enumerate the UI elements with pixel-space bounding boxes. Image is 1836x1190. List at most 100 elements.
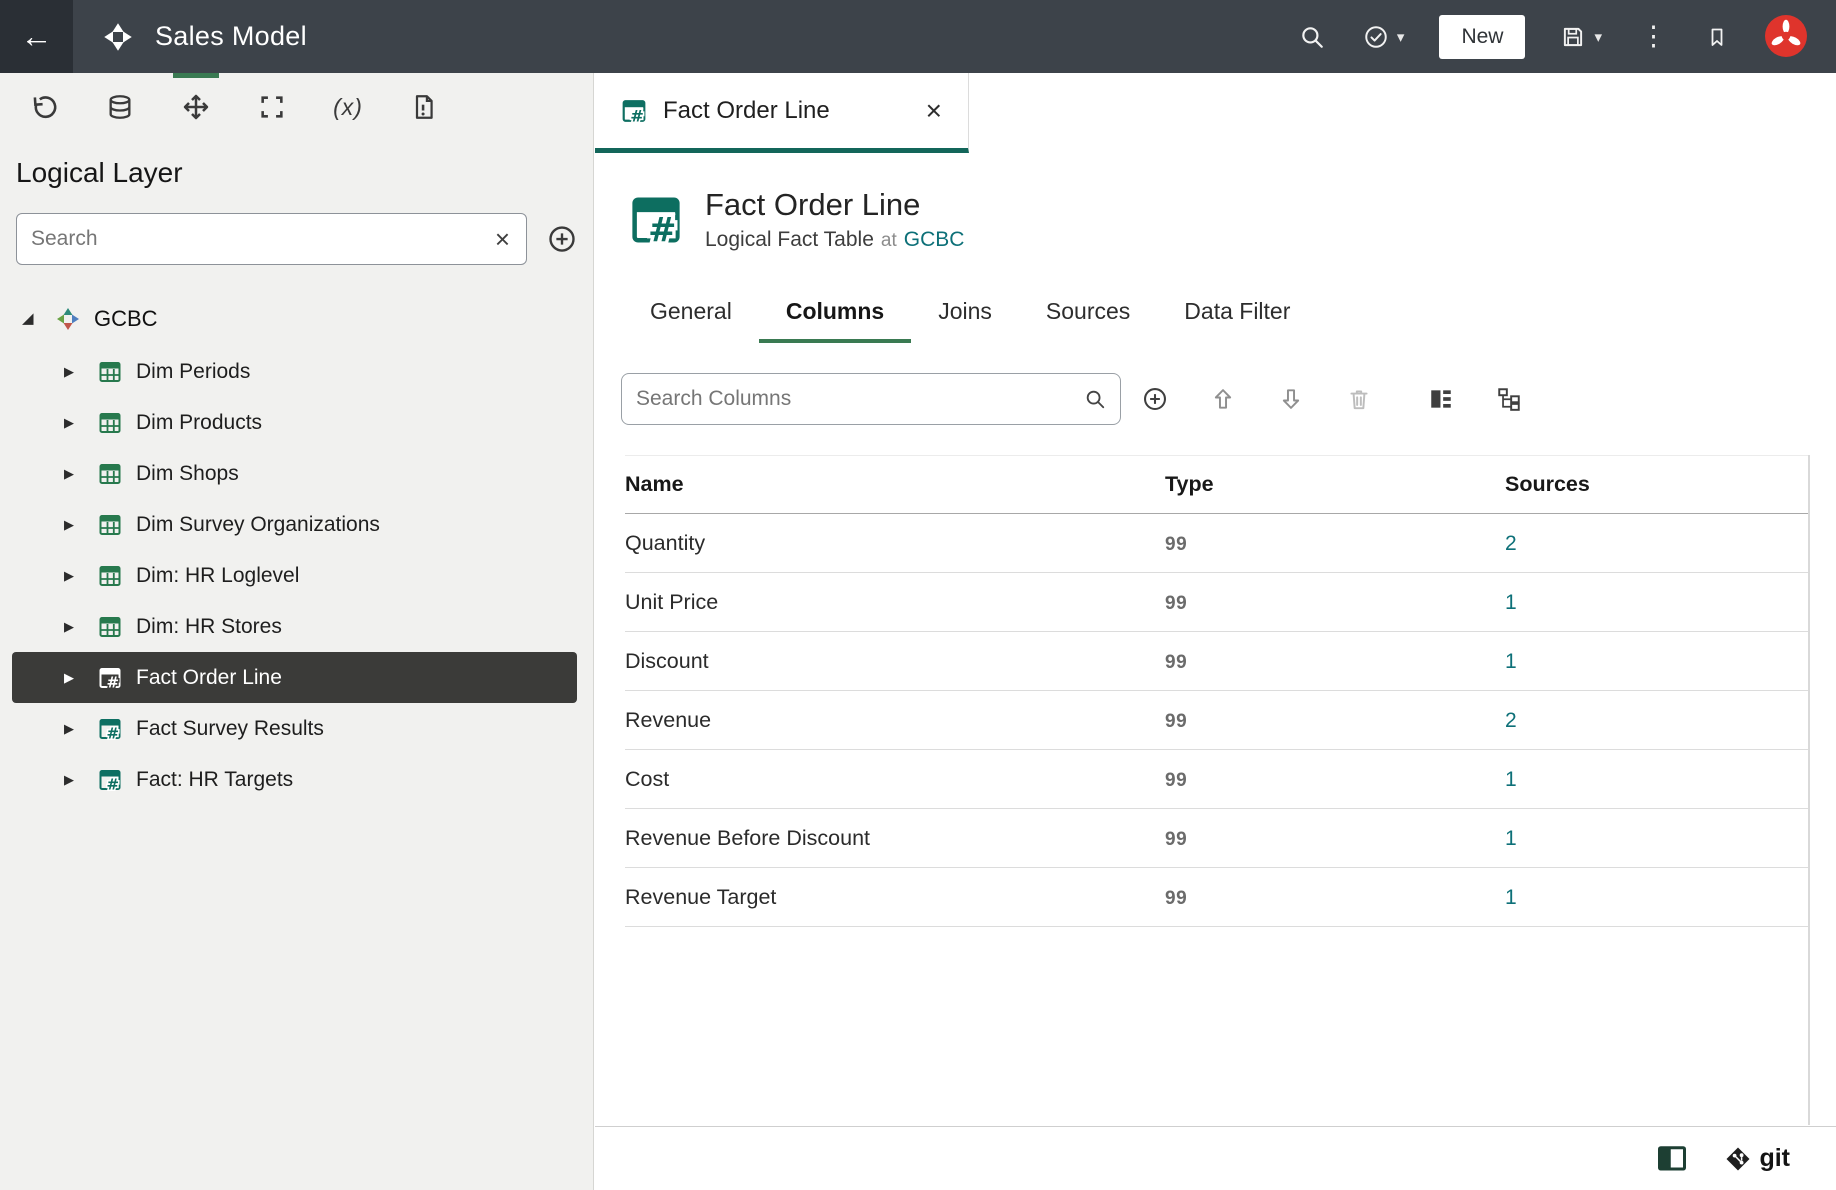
tree-item-dim-hr-loglevel[interactable]: ▶ Dim: HR Loglevel [0,550,593,601]
more-menu-button[interactable]: ⋮ [1621,0,1686,73]
tree-item-fact-survey-results[interactable]: ▶ Fact Survey Results [0,703,593,754]
tree-item-dim-periods[interactable]: ▶ Dim Periods [0,346,593,397]
connections-tool-button[interactable] [6,73,82,141]
expand-caret-icon[interactable]: ▶ [64,569,98,582]
sources-count-link[interactable]: 2 [1505,709,1517,732]
presentation-layer-tool-button[interactable] [234,73,310,141]
table-row[interactable]: Discount 99 1 [625,632,1808,691]
bookmark-icon [1705,25,1729,49]
sources-count-link[interactable]: 1 [1505,886,1517,909]
close-tab-icon[interactable]: × [926,96,942,125]
sources-count-link[interactable]: 1 [1505,768,1517,791]
search-button[interactable] [1280,0,1344,73]
back-arrow-icon: ← [20,18,53,54]
physical-layer-tool-button[interactable] [82,73,158,141]
collapse-caret-icon[interactable]: ◢ [22,311,56,326]
column-name: Revenue Before Discount [625,825,871,850]
git-indicator[interactable]: git [1725,1144,1790,1173]
tree-item-dim-products[interactable]: ▶ Dim Products [0,397,593,448]
scrollbar[interactable] [1808,455,1810,1125]
tab-general[interactable]: General [623,288,759,343]
back-button[interactable]: ← [0,0,73,73]
numeric-type-icon: 99 [1165,710,1188,732]
save-button[interactable]: ▾ [1541,0,1621,73]
delete-column-button[interactable] [1325,373,1393,425]
column-header-type[interactable]: Type [1165,472,1505,497]
sources-count-link[interactable]: 1 [1505,591,1517,614]
new-button[interactable]: New [1439,14,1526,59]
variables-tool-button[interactable]: (x) [310,73,386,141]
logical-layer-tree: ◢ GCBC ▶ Dim Periods ▶ Dim Products ▶ Di… [0,291,593,805]
table-row[interactable]: Unit Price 99 1 [625,573,1808,632]
table-row[interactable]: Revenue Target 99 1 [625,868,1808,927]
sidebar-search-input[interactable] [31,227,493,251]
sources-count-link[interactable]: 1 [1505,827,1517,850]
search-icon [1299,24,1325,50]
tab-sources[interactable]: Sources [1019,288,1157,343]
tree-item-label: Dim: HR Stores [136,614,282,638]
panel-toggle-icon[interactable] [1657,1144,1687,1174]
table-row[interactable]: Revenue Before Discount 99 1 [625,809,1808,868]
clear-search-icon[interactable]: × [493,226,512,252]
tree-item-gcbc[interactable]: ◢ GCBC [0,291,593,346]
expand-caret-icon[interactable]: ▶ [64,416,98,429]
expand-caret-icon[interactable]: ▶ [64,671,98,684]
tree-item-label: GCBC [94,305,158,331]
tree-item-dim-shops[interactable]: ▶ Dim Shops [0,448,593,499]
sources-count-link[interactable]: 2 [1505,532,1517,555]
bookmark-button[interactable] [1686,0,1748,73]
tree-item-fact-hr-targets[interactable]: ▶ Fact: HR Targets [0,754,593,805]
column-header-sources[interactable]: Sources [1505,472,1808,497]
detail-view-button[interactable] [1407,373,1475,425]
object-header-text: Fact Order Line Logical Fact Table at GCBC [705,187,964,252]
sources-count-link[interactable]: 1 [1505,650,1517,673]
expand-caret-icon[interactable]: ▶ [64,365,98,378]
expand-caret-icon[interactable]: ▶ [64,773,98,786]
frame-icon [258,93,286,121]
plus-circle-icon [1142,386,1168,412]
numeric-type-icon: 99 [1165,828,1188,850]
fact-table-icon [98,768,122,792]
model-pinwheel-icon [103,22,133,52]
numeric-type-icon: 99 [1165,533,1188,555]
tree-item-dim-hr-stores[interactable]: ▶ Dim: HR Stores [0,601,593,652]
table-row[interactable]: Cost 99 1 [625,750,1808,809]
expand-caret-icon[interactable]: ▶ [64,467,98,480]
move-down-button[interactable] [1257,373,1325,425]
expand-caret-icon[interactable]: ▶ [64,518,98,531]
at-label: at [880,230,897,251]
table-row[interactable]: Quantity 99 2 [625,514,1808,573]
avatar[interactable] [1764,14,1810,60]
tab-joins[interactable]: Joins [911,288,1019,343]
column-header-name[interactable]: Name [625,472,1165,497]
object-type-label: Logical Fact Table [705,228,874,251]
tab-fact-order-line[interactable]: Fact Order Line × [595,73,969,153]
variables-icon: (x) [333,93,363,120]
move-up-button[interactable] [1189,373,1257,425]
tree-item-fact-order-line[interactable]: ▶ Fact Order Line [12,652,577,703]
column-name: Quantity [625,530,706,555]
parent-model-link[interactable]: GCBC [904,228,965,251]
tab-label: Fact Order Line [663,96,830,124]
hierarchy-view-button[interactable] [1475,373,1543,425]
invalid-files-tool-button[interactable] [386,73,462,141]
add-column-button[interactable] [1121,373,1189,425]
expand-caret-icon[interactable]: ▶ [64,620,98,633]
columns-search-input[interactable] [636,387,1074,411]
hierarchy-icon [1496,386,1522,412]
object-subtitle: Logical Fact Table at GCBC [705,228,964,252]
tab-columns[interactable]: Columns [758,288,912,343]
save-icon [1560,24,1586,50]
tab-data-filter[interactable]: Data Filter [1157,288,1317,343]
numeric-type-icon: 99 [1165,651,1188,673]
column-name: Cost [625,766,670,791]
expand-caret-icon[interactable]: ▶ [64,722,98,735]
add-object-button[interactable] [547,224,577,254]
document-alert-icon [410,93,438,121]
check-consistency-button[interactable]: ▾ [1344,0,1424,73]
table-row[interactable]: Revenue 99 2 [625,691,1808,750]
kebab-icon: ⋮ [1640,21,1667,51]
logical-layer-tool-button[interactable] [158,73,234,141]
fact-table-icon [98,717,122,741]
tree-item-dim-survey-organizations[interactable]: ▶ Dim Survey Organizations [0,499,593,550]
